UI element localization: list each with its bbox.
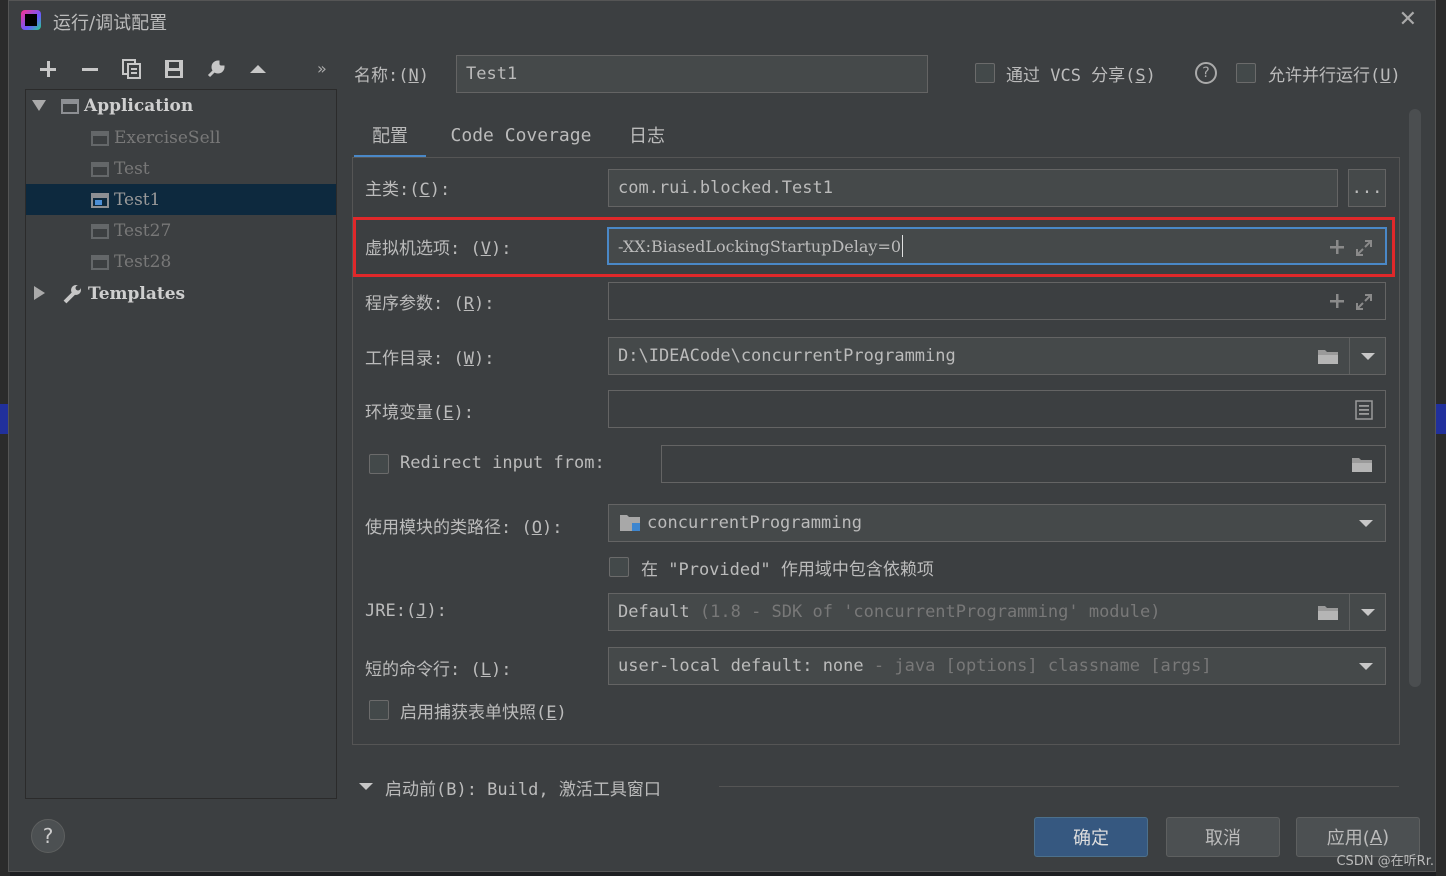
tree-item-exercisesell[interactable]: ExerciseSell bbox=[26, 122, 336, 153]
module-icon bbox=[620, 515, 640, 531]
edit-list-icon[interactable] bbox=[1355, 400, 1373, 420]
tree-item-label: Test1 bbox=[114, 189, 161, 210]
expand-arrow-icon[interactable] bbox=[32, 98, 46, 112]
tab-configuration[interactable]: 配置 bbox=[354, 113, 426, 159]
redirect-input-checkbox[interactable] bbox=[369, 454, 389, 474]
share-vcs-label: 通过 VCS 分享(S) bbox=[1006, 66, 1156, 86]
wrench-icon bbox=[63, 284, 81, 303]
wrench-icon[interactable] bbox=[195, 53, 237, 85]
chevron-down-icon bbox=[1360, 352, 1375, 360]
editor-selection-right bbox=[1436, 404, 1446, 434]
vertical-scrollbar[interactable] bbox=[1409, 109, 1421, 687]
config-toolbar bbox=[27, 53, 279, 85]
add-icon[interactable] bbox=[27, 53, 69, 85]
jre-label: JRE:(J): bbox=[365, 601, 447, 621]
browse-class-button[interactable]: ... bbox=[1348, 169, 1386, 207]
help-button[interactable]: ? bbox=[31, 819, 65, 853]
classpath-select[interactable]: concurrentProgramming bbox=[608, 504, 1386, 542]
tree-item-label: Test28 bbox=[114, 251, 172, 272]
config-icon bbox=[90, 222, 110, 240]
help-icon[interactable]: ? bbox=[1195, 62, 1217, 84]
capture-snapshot-checkbox[interactable] bbox=[369, 700, 389, 720]
watermark: CSDN @在听Rr. bbox=[1336, 854, 1434, 869]
remove-icon[interactable] bbox=[69, 53, 111, 85]
config-icon bbox=[90, 129, 110, 147]
tree-item-test27[interactable]: Test27 bbox=[26, 215, 336, 246]
classpath-label: 使用模块的类路径: (O): bbox=[365, 518, 563, 538]
application-icon bbox=[60, 97, 80, 115]
run-debug-dialog: 运行/调试配置 ✕ » Application ExerciseSell Tes… bbox=[8, 0, 1436, 872]
config-icon bbox=[90, 160, 110, 178]
main-class-label: 主类:(C): bbox=[365, 180, 451, 200]
intellij-logo-icon bbox=[21, 10, 41, 30]
tree-item-templates[interactable]: Templates bbox=[26, 278, 336, 309]
include-provided-checkbox[interactable] bbox=[609, 557, 629, 577]
tab-code-coverage[interactable]: Code Coverage bbox=[436, 113, 606, 157]
tree-item-label: Templates bbox=[88, 283, 186, 304]
folder-icon[interactable] bbox=[1317, 347, 1339, 365]
ok-button[interactable]: 确定 bbox=[1034, 817, 1148, 857]
allow-parallel-label: 允许并行运行(U) bbox=[1268, 66, 1401, 86]
redirect-input-label: Redirect input from: bbox=[400, 453, 605, 473]
tree-item-test28[interactable]: Test28 bbox=[26, 246, 336, 277]
tree-item-label: ExerciseSell bbox=[114, 127, 221, 148]
env-vars-label: 环境变量(E): bbox=[365, 403, 474, 423]
more-actions-icon[interactable]: » bbox=[317, 59, 327, 78]
include-provided-label: 在 "Provided" 作用域中包含依赖项 bbox=[641, 560, 934, 580]
before-launch-divider bbox=[719, 786, 1399, 787]
tree-item-application[interactable]: Application bbox=[26, 90, 336, 121]
add-icon[interactable] bbox=[1329, 293, 1345, 309]
move-up-icon[interactable] bbox=[237, 53, 279, 85]
shorten-cmdline-select[interactable]: user-local default: none - java [options… bbox=[608, 647, 1386, 685]
program-args-label: 程序参数: (R): bbox=[365, 294, 495, 314]
working-dir-label: 工作目录: (W): bbox=[365, 349, 495, 369]
tree-item-label: Test bbox=[114, 158, 150, 179]
tree-item-test[interactable]: Test bbox=[26, 153, 336, 184]
save-icon[interactable] bbox=[153, 53, 195, 85]
working-dir-input[interactable]: D:\IDEACode\concurrentProgramming bbox=[608, 337, 1386, 375]
env-vars-input[interactable] bbox=[608, 390, 1386, 428]
vm-options-label: 虚拟机选项: (V): bbox=[365, 239, 512, 259]
expand-icon[interactable] bbox=[1355, 239, 1373, 257]
shorten-cmdline-label: 短的命令行: (L): bbox=[365, 660, 512, 680]
copy-icon[interactable] bbox=[111, 53, 153, 85]
cancel-button[interactable]: 取消 bbox=[1166, 817, 1280, 857]
folder-icon[interactable] bbox=[1317, 603, 1339, 621]
window-title: 运行/调试配置 bbox=[53, 13, 168, 34]
tree-item-test1[interactable]: Test1 bbox=[26, 184, 336, 215]
before-launch-toggle-icon[interactable] bbox=[359, 783, 373, 790]
config-tree: Application ExerciseSell Test Test1 Test… bbox=[25, 89, 337, 799]
config-icon bbox=[90, 191, 110, 209]
name-label: 名称:(N) bbox=[354, 66, 429, 86]
redirect-input-field[interactable] bbox=[661, 445, 1386, 483]
capture-snapshot-label: 启用捕获表单快照(E) bbox=[400, 703, 567, 723]
jre-select[interactable]: Default (1.8 - SDK of 'concurrentProgram… bbox=[608, 593, 1386, 631]
name-input[interactable]: Test1 bbox=[456, 55, 928, 93]
working-dir-dropdown[interactable] bbox=[1349, 338, 1385, 374]
chevron-down-icon bbox=[1359, 520, 1373, 527]
vm-options-input[interactable]: -XX:BiasedLockingStartupDelay=0 bbox=[607, 227, 1387, 265]
close-icon[interactable]: ✕ bbox=[1399, 7, 1417, 32]
tree-item-label: Test27 bbox=[114, 220, 172, 241]
config-icon bbox=[90, 253, 110, 271]
share-vcs-checkbox[interactable] bbox=[975, 63, 995, 83]
before-launch-label[interactable]: 启动前(B): Build, 激活工具窗口 bbox=[385, 775, 661, 800]
folder-icon[interactable] bbox=[1351, 455, 1373, 473]
collapse-arrow-icon[interactable] bbox=[32, 286, 46, 300]
editor-background-right bbox=[1436, 0, 1446, 876]
tab-logs[interactable]: 日志 bbox=[622, 113, 672, 157]
add-icon[interactable] bbox=[1329, 239, 1345, 255]
expand-icon[interactable] bbox=[1355, 293, 1373, 311]
text-caret bbox=[902, 235, 904, 257]
tree-item-label: Application bbox=[84, 95, 194, 116]
chevron-down-icon bbox=[1360, 608, 1375, 616]
main-class-input[interactable]: com.rui.blocked.Test1 bbox=[608, 169, 1338, 207]
jre-dropdown[interactable] bbox=[1349, 594, 1385, 630]
title-bar: 运行/调试配置 ✕ bbox=[9, 1, 1435, 39]
chevron-down-icon bbox=[1359, 663, 1373, 670]
program-args-input[interactable] bbox=[608, 282, 1386, 320]
allow-parallel-checkbox[interactable] bbox=[1236, 63, 1256, 83]
